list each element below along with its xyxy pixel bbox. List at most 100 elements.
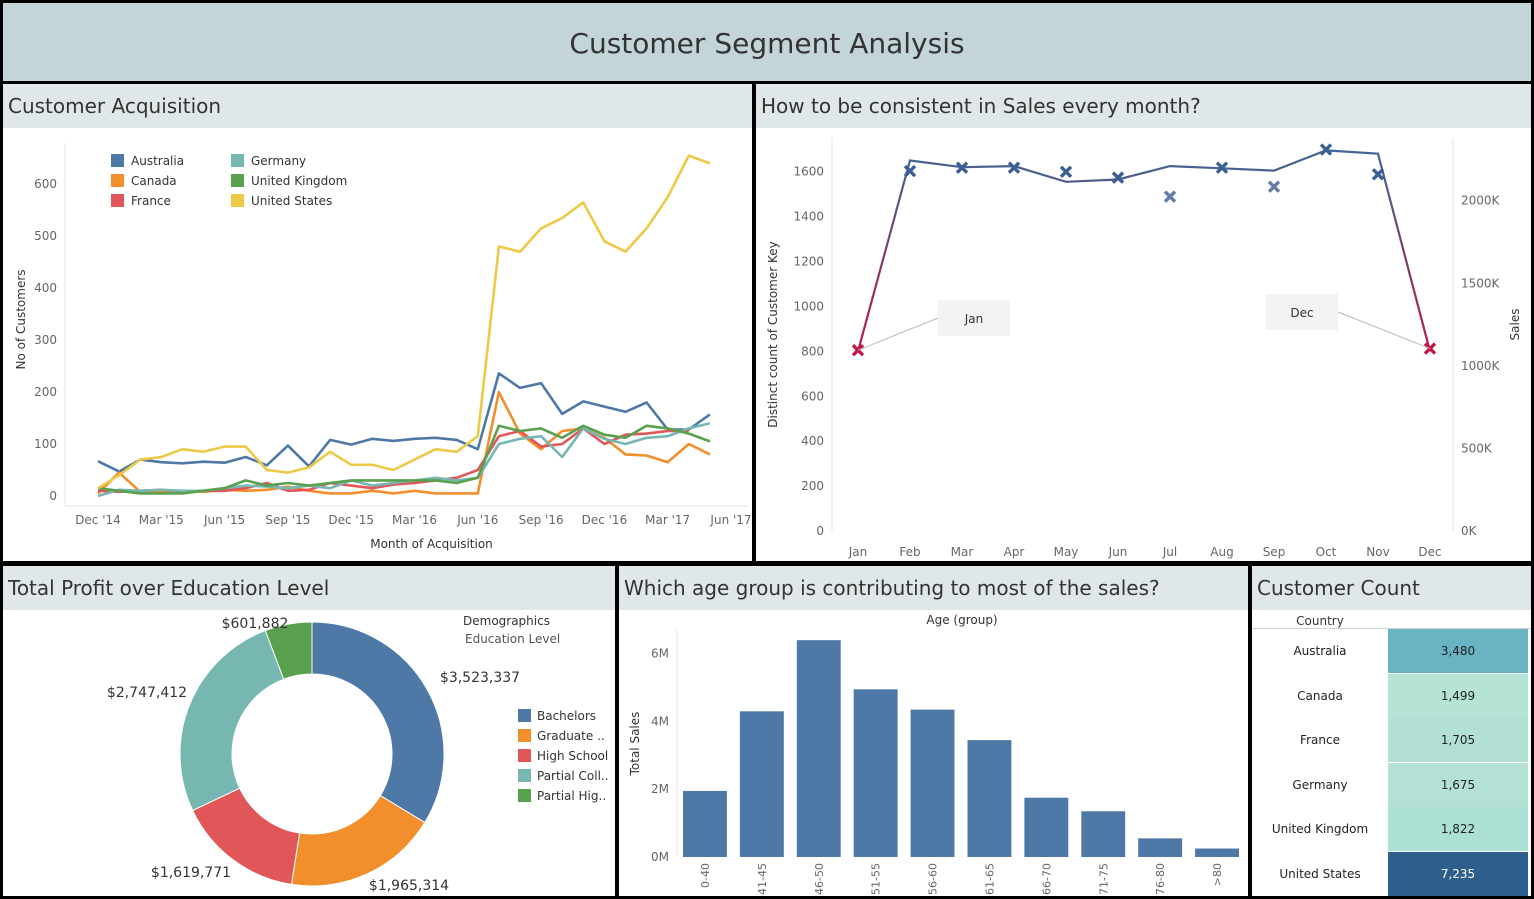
monthly-x-tick-label: Feb bbox=[899, 545, 920, 559]
monthly-y-tick-label: 1200 bbox=[793, 255, 824, 269]
count-value-cell: 1,705 bbox=[1388, 718, 1528, 762]
monthly-y2-axis-title: Sales bbox=[1508, 309, 1522, 341]
acq-x-tick-label: Mar '17 bbox=[645, 513, 690, 527]
acq-legend-label: Australia bbox=[131, 154, 184, 168]
acq-x-tick-label: Jun '16 bbox=[456, 513, 498, 527]
monthly-x-tick-label: Jun bbox=[1108, 545, 1128, 559]
monthly-y2-tick-label: 0K bbox=[1461, 524, 1478, 538]
age-x-tick-label: 71-75 bbox=[1097, 863, 1110, 895]
age-bar bbox=[796, 640, 841, 857]
acq-y-tick-label: 300 bbox=[34, 333, 57, 347]
education-chart: $3,523,337 $1,965,314 $1,619,771 $2,747,412… bbox=[107, 614, 609, 894]
acq-x-tick-label: Dec '15 bbox=[328, 513, 374, 527]
monthly-y2-tick-label: 1500K bbox=[1461, 276, 1501, 290]
acq-x-tick-label: Sep '15 bbox=[265, 513, 310, 527]
monthly-x-tick-label: May bbox=[1054, 545, 1079, 559]
age-bar bbox=[1195, 848, 1239, 857]
acquisition-title: Customer Acquisition bbox=[3, 84, 752, 128]
count-panel: Customer Count Country Australia 3,480 Can… bbox=[1252, 566, 1531, 896]
acq-legend-swatch bbox=[231, 194, 244, 207]
dashboard-header: Customer Segment Analysis bbox=[3, 3, 1531, 81]
education-slice-label: $1,619,771 bbox=[151, 865, 231, 881]
education-legend-swatch bbox=[518, 729, 531, 742]
acq-y-tick-label: 200 bbox=[34, 385, 57, 399]
age-panel: Which age group is contributing to most … bbox=[619, 566, 1248, 896]
acq-series-line-australia bbox=[97, 372, 711, 473]
acq-x-tick-label: Mar '16 bbox=[392, 513, 437, 527]
monthly-annotation-line bbox=[857, 317, 939, 351]
age-x-tick-label: 51-55 bbox=[870, 863, 883, 895]
acq-legend-swatch bbox=[111, 154, 124, 167]
education-slice-label: $3,523,337 bbox=[440, 670, 520, 686]
age-bar bbox=[683, 790, 727, 857]
acq-x-tick-label: Mar '15 bbox=[139, 513, 184, 527]
count-country-cell: United Kingdom bbox=[1271, 822, 1369, 836]
monthly-y-tick-label: 200 bbox=[801, 479, 824, 493]
acq-x-tick-label: Dec '14 bbox=[75, 513, 121, 527]
count-country-cell: United States bbox=[1279, 866, 1361, 881]
education-legend-subtitle: Education Level bbox=[465, 632, 560, 646]
acq-legend-swatch bbox=[231, 154, 244, 167]
monthly-y-tick-label: 600 bbox=[801, 389, 824, 403]
count-table-row: France 1,705 bbox=[1252, 718, 1528, 762]
monthly-y-tick-label: 1000 bbox=[793, 299, 824, 313]
monthly-y-tick-label: 800 bbox=[801, 344, 824, 358]
monthly-x-tick-label: Nov bbox=[1366, 545, 1389, 559]
age-title: Which age group is contributing to most … bbox=[619, 566, 1248, 610]
monthly-annotation-label: Jan bbox=[964, 312, 984, 326]
monthly-x-tick-label: Aug bbox=[1210, 545, 1233, 559]
education-title: Total Profit over Education Level bbox=[3, 566, 615, 610]
acq-x-tick-label: Dec '16 bbox=[582, 513, 628, 527]
count-column-header: Country bbox=[1296, 614, 1344, 628]
age-y-tick-label: 0M bbox=[651, 850, 669, 864]
education-slice-label: $601,882 bbox=[222, 616, 289, 632]
count-table-row: United States 7,235 bbox=[1252, 851, 1528, 896]
monthly-y2-tick-label: 1000K bbox=[1461, 359, 1501, 373]
monthly-x-tick-label: Jul bbox=[1162, 545, 1177, 559]
acq-x-tick-label: Jun '15 bbox=[203, 513, 245, 527]
education-panel: Total Profit over Education Level $3,523… bbox=[3, 566, 615, 896]
acq-legend-label: United Kingdom bbox=[251, 174, 347, 188]
acq-x-axis-title: Month of Acquisition bbox=[370, 537, 493, 551]
monthly-x-tick-label: Sep bbox=[1263, 545, 1286, 559]
monthly-panel: How to be consistent in Sales every mont… bbox=[756, 84, 1531, 561]
education-legend-swatch bbox=[518, 769, 531, 782]
count-value-cell: 3,480 bbox=[1388, 629, 1528, 673]
acq-x-tick-label: Jun '17 bbox=[709, 513, 751, 527]
acq-legend-swatch bbox=[231, 174, 244, 187]
acq-y-tick-label: 500 bbox=[34, 229, 57, 243]
education-legend-label: Partial Hig.. bbox=[537, 789, 606, 803]
acq-legend-label: Canada bbox=[131, 174, 177, 188]
count-country-cell: France bbox=[1300, 733, 1340, 747]
education-legend-label: High School bbox=[537, 749, 608, 763]
monthly-sales-mark bbox=[1059, 165, 1073, 179]
acq-x-tick-label: Sep '16 bbox=[519, 513, 564, 527]
age-y-tick-label: 4M bbox=[651, 714, 669, 728]
age-bar bbox=[910, 709, 955, 857]
education-legend-label: Graduate .. bbox=[537, 729, 605, 743]
acquisition-panel: Customer Acquisition 0 100 200 300 400 500 600… bbox=[3, 84, 752, 561]
age-x-tick-label: >80 bbox=[1211, 863, 1224, 886]
monthly-x-tick-label: Apr bbox=[1004, 545, 1025, 559]
age-bar bbox=[1138, 838, 1183, 857]
education-legend-label: Partial Coll.. bbox=[537, 769, 609, 783]
monthly-y-axis-title: Distinct count of Customer Key bbox=[766, 241, 780, 428]
age-x-tick-label: 46-50 bbox=[813, 863, 826, 895]
acq-legend-label: France bbox=[131, 194, 171, 208]
monthly-x-tick-label: Dec bbox=[1418, 545, 1441, 559]
acq-legend-label: United States bbox=[251, 194, 332, 208]
education-slice bbox=[311, 621, 445, 824]
age-bar bbox=[853, 689, 898, 857]
education-legend-swatch bbox=[518, 789, 531, 802]
monthly-y-tick-label: 0 bbox=[816, 524, 824, 538]
monthly-title: How to be consistent in Sales every mont… bbox=[756, 84, 1531, 128]
count-country-cell: Germany bbox=[1292, 777, 1348, 792]
age-bar bbox=[739, 711, 784, 857]
count-value-cell: 1,675 bbox=[1388, 762, 1528, 807]
age-chart-title: Age (group) bbox=[926, 613, 997, 627]
dashboard-title: Customer Segment Analysis bbox=[569, 27, 965, 60]
acq-legend-swatch bbox=[111, 174, 124, 187]
count-table-row: Germany 1,675 bbox=[1252, 762, 1528, 807]
age-y-axis-title: Total Sales bbox=[628, 712, 642, 777]
monthly-x-tick-label: Jan bbox=[848, 545, 868, 559]
